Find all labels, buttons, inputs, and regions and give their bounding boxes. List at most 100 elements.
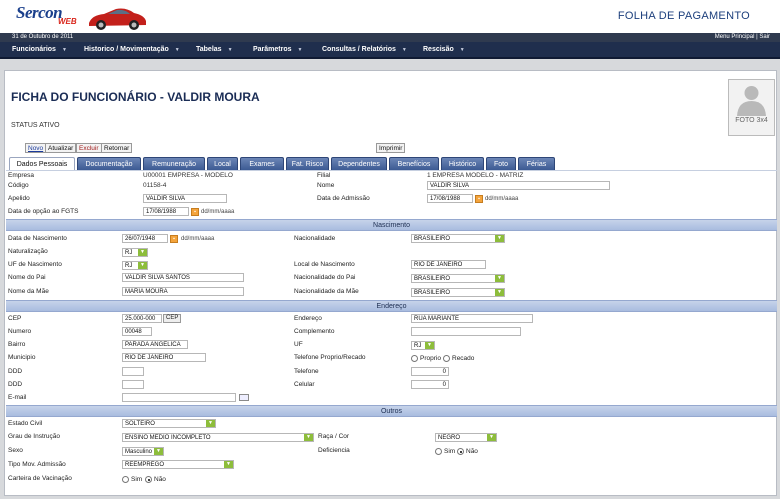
tab-foto[interactable]: Foto <box>486 157 516 170</box>
grau-instrucao-select[interactable]: ENSINO MEDIO INCOMPLETO ▼ <box>122 433 314 442</box>
nome-label: Nome <box>317 182 335 189</box>
naturalizacao-select[interactable]: RJ ▼ <box>122 248 148 257</box>
ddd-field[interactable] <box>122 367 144 376</box>
header-links[interactable]: Menu Principal | Sair <box>715 33 770 42</box>
section-endereco: Endereço <box>6 300 777 312</box>
calendar-icon[interactable]: ▪ <box>475 195 483 203</box>
empresa-label: Empresa <box>8 172 35 179</box>
brand-logo: Sercon <box>16 3 63 22</box>
endereco-field[interactable]: RUA MARIANTE <box>411 314 533 323</box>
chevron-down-icon: ▼ <box>495 235 504 242</box>
email-field[interactable] <box>122 393 236 402</box>
menu-funcionarios[interactable]: Funcionários ▼ <box>12 42 67 57</box>
tipo-admissao-label: Tipo Mov. Admissão <box>8 461 66 468</box>
menu-consultas[interactable]: Consultas / Relatórios ▼ <box>322 42 407 57</box>
menu-parametros[interactable]: Parâmetros ▼ <box>253 42 302 57</box>
date-format-hint: dd/mm/aaaa <box>181 236 215 242</box>
fgts-field[interactable]: 17/08/1988 <box>143 207 189 216</box>
email-label: E-mail <box>8 394 27 401</box>
novo-button[interactable]: Novo <box>25 143 47 153</box>
grau-instrucao-label: Grau de Instrução <box>8 433 61 440</box>
car-logo-icon <box>89 8 146 30</box>
estado-civil-label: Estado Civil <box>8 420 43 427</box>
retornar-button[interactable]: Retornar <box>101 143 133 153</box>
app-title: FOLHA DE PAGAMENTO <box>617 10 750 22</box>
menu-tabelas[interactable]: Tabelas ▼ <box>196 42 233 57</box>
nac-pai-select[interactable]: BRASILEIRO ▼ <box>411 274 505 283</box>
tab-documentacao[interactable]: Documentação <box>77 157 141 170</box>
nac-pai-label: Nacionalidade do Pai <box>294 274 356 281</box>
nome-field[interactable]: VALDIR SILVA <box>427 181 610 190</box>
numero-field[interactable]: 00048 <box>122 327 152 336</box>
tipo-admissao-select[interactable]: REEMPREGO ▼ <box>122 460 234 469</box>
tab-dependentes[interactable]: Dependentes <box>331 157 387 170</box>
nascimento-field[interactable]: 26/07/1948 <box>122 234 168 243</box>
chevron-down-icon: ▼ <box>224 461 233 468</box>
raca-select[interactable]: NEGRO ▼ <box>435 433 497 442</box>
tab-local[interactable]: Local <box>207 157 238 170</box>
uf-nascimento-label: UF de Nascimento <box>8 261 62 268</box>
vacinacao-sim-radio[interactable]: Sim <box>122 476 142 483</box>
tab-beneficios[interactable]: Benefícios <box>389 157 439 170</box>
cep-field[interactable]: 25.000-000 <box>122 314 162 323</box>
menu-rescisao[interactable]: Rescisão ▼ <box>423 42 465 57</box>
atualizar-button[interactable]: Atualizar <box>45 143 77 153</box>
calendar-icon[interactable]: ▪ <box>191 208 199 216</box>
bairro-field[interactable]: PARADA ANGELICA <box>122 340 188 349</box>
imprimir-button[interactable]: Imprimir <box>376 143 406 153</box>
status-label: STATUS ATIVO <box>11 122 60 129</box>
mae-field[interactable]: MARIA MOURA <box>122 287 244 296</box>
celular-label: Celular <box>294 381 315 388</box>
tab-exames[interactable]: Exames <box>240 157 284 170</box>
telefone-proprio-radio[interactable]: Proprio <box>411 355 441 362</box>
ddd-label: DDD <box>8 368 23 375</box>
tab-remuneracao[interactable]: Remuneração <box>143 157 205 170</box>
deficiencia-label: Deficiencia <box>318 447 350 454</box>
uf-nascimento-select[interactable]: RJ ▼ <box>122 261 148 270</box>
tab-fat-risco[interactable]: Fat. Risco <box>286 157 329 170</box>
pai-label: Nome do Pai <box>8 274 46 281</box>
chevron-down-icon: ▼ <box>495 275 504 282</box>
telefone-tipo-label: Telefone Proprio/Recado <box>294 354 366 361</box>
estado-civil-select[interactable]: SOLTEIRO ▼ <box>122 419 216 428</box>
tab-ferias[interactable]: Férias <box>518 157 555 170</box>
deficiencia-nao-radio[interactable]: Não <box>457 448 478 455</box>
tab-underline <box>6 170 777 171</box>
telefone-recado-radio[interactable]: Recado <box>443 355 474 362</box>
admissao-field[interactable]: 17/08/1988 <box>427 194 473 203</box>
photo-placeholder[interactable]: FOTO 3x4 <box>728 79 775 136</box>
app-header: Sercon WEB FOLHA DE PAGAMENTO 31 de Outu… <box>0 0 780 42</box>
municipio-field[interactable]: RIO DE JANEIRO <box>122 353 206 362</box>
cep-search-button[interactable]: CEP <box>163 314 182 323</box>
menu-historico[interactable]: Historico / Movimentação ▼ <box>84 42 180 57</box>
chevron-down-icon: ▼ <box>304 434 313 441</box>
nac-mae-select[interactable]: BRASILEIRO ▼ <box>411 288 505 297</box>
nacionalidade-select[interactable]: BRASILEIRO ▼ <box>411 234 505 243</box>
sexo-label: Sexo <box>8 447 23 454</box>
complemento-label: Complemento <box>294 328 335 335</box>
fgts-label: Data de opção ao FGTS <box>8 208 79 215</box>
telefone-field[interactable]: 0 <box>411 367 449 376</box>
deficiencia-sim-radio[interactable]: Sim <box>435 448 455 455</box>
naturalizacao-label: Naturalização <box>8 248 48 255</box>
pai-field[interactable]: VALDIR SILVA SANTOS <box>122 273 244 282</box>
section-nascimento: Nascimento <box>6 219 777 231</box>
employee-form-panel: FICHA DO FUNCIONÁRIO - VALDIR MOURA STAT… <box>4 70 777 496</box>
tab-historico[interactable]: Histórico <box>441 157 484 170</box>
ddd-celular-field[interactable] <box>122 380 144 389</box>
vacinacao-nao-radio[interactable]: Não <box>145 476 166 483</box>
endereco-label: Endereço <box>294 315 322 322</box>
calendar-icon[interactable]: ▪ <box>170 235 178 243</box>
section-outros: Outros <box>6 405 777 417</box>
complemento-field[interactable] <box>411 327 521 336</box>
uf-select[interactable]: RJ ▼ <box>411 341 435 350</box>
local-nascimento-field[interactable]: RIO DE JANEIRO <box>411 260 486 269</box>
sexo-select[interactable]: Masculino ▼ <box>122 447 164 456</box>
apelido-field[interactable]: VALDIR SILVA <box>143 194 227 203</box>
tab-dados-pessoais[interactable]: Dados Pessoais <box>9 157 75 170</box>
mail-icon[interactable] <box>239 394 249 401</box>
excluir-button[interactable]: Excluir <box>76 143 102 153</box>
celular-field[interactable]: 0 <box>411 380 449 389</box>
chevron-down-icon: ▼ <box>138 262 147 269</box>
codigo-value: 01158-4 <box>143 182 167 189</box>
